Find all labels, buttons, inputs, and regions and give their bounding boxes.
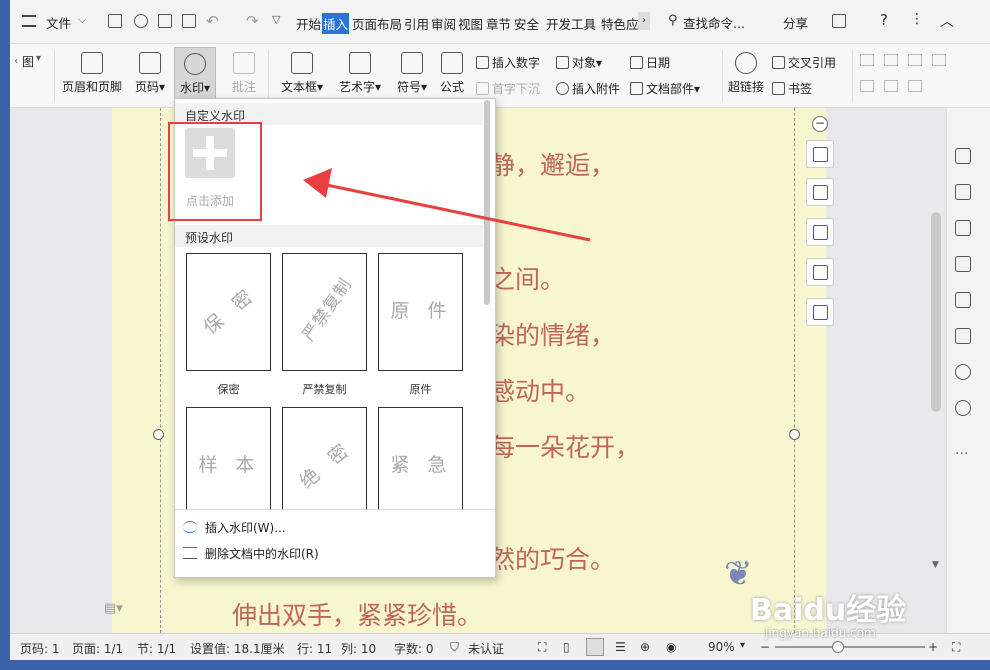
brand-watermark: Baidu经验 <box>750 593 907 628</box>
brand-watermark-url: jingyan.baidu.com <box>765 626 876 640</box>
annotation-arrow <box>303 168 591 242</box>
